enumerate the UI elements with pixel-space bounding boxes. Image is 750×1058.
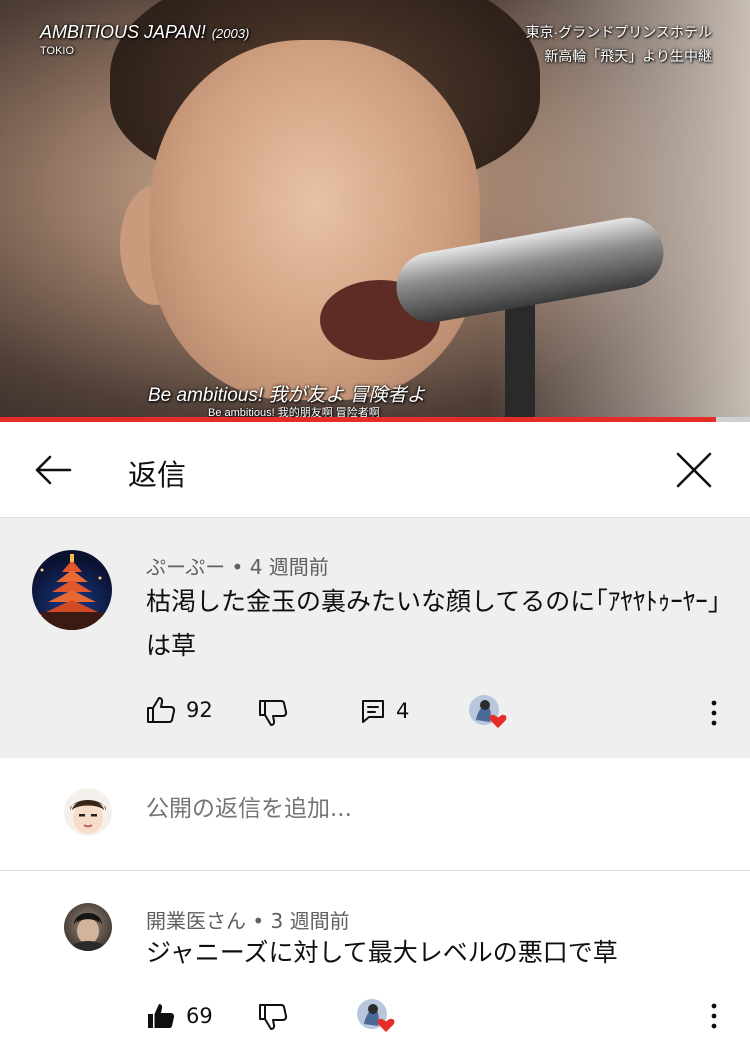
like-button[interactable]: 92 <box>146 695 213 725</box>
more-vertical-icon <box>711 1003 717 1029</box>
video-location-line2: 新高輪「飛天」より生中継 <box>544 48 712 64</box>
reply-input[interactable] <box>146 796 706 822</box>
video-location-line1: 東京·グランドプリンスホテル <box>525 24 712 40</box>
page-title: 返信 <box>128 458 187 492</box>
comment-text: 枯渇した金玉の裏みたいな顔してるのに｢ｱﾔﾔﾄｩｰﾔｰ｣ は草 <box>146 587 721 660</box>
more-options-button[interactable] <box>704 697 724 729</box>
comment-author-meta: ぷーぷー • 4 週間前 <box>146 555 329 579</box>
creator-heart-icon <box>469 695 507 728</box>
comment-author-meta: 開業医さん • 3 週間前 <box>146 909 350 933</box>
video-lyric-main: Be ambitious! 我が友よ 冒険者よ <box>148 385 426 406</box>
like-button[interactable]: 69 <box>146 1001 213 1031</box>
person-avatar-icon <box>70 913 106 951</box>
dislike-button[interactable] <box>258 1002 288 1032</box>
thumbs-down-icon <box>259 700 288 726</box>
more-vertical-icon <box>711 700 717 726</box>
avatar[interactable] <box>32 550 112 630</box>
avatar[interactable] <box>64 903 112 951</box>
creator-heart-badge[interactable] <box>356 998 396 1034</box>
close-button[interactable] <box>672 448 716 492</box>
like-count: 69 <box>186 1004 213 1028</box>
user-avatar-icon <box>70 800 106 834</box>
replies-button[interactable]: 4 <box>360 698 409 724</box>
back-button[interactable] <box>30 448 74 492</box>
arrow-left-icon <box>35 455 72 485</box>
video-mic-stand <box>505 290 535 422</box>
add-reply-row <box>0 758 750 871</box>
comment-text: ジャニーズに対して最大レベルの悪口で草 <box>146 938 618 967</box>
video-artist: TOKIO <box>40 45 75 57</box>
like-count: 92 <box>186 698 213 722</box>
thumbs-up-icon <box>147 697 176 723</box>
video-year: (2003) <box>211 26 250 41</box>
comment-icon <box>362 700 384 723</box>
video-singer-face <box>150 40 480 400</box>
user-avatar[interactable] <box>64 788 112 836</box>
thumbs-down-icon <box>259 1004 288 1030</box>
creator-heart-badge[interactable] <box>468 694 508 730</box>
more-options-button[interactable] <box>704 1000 724 1032</box>
close-icon <box>676 452 712 488</box>
reply-count: 4 <box>396 699 410 723</box>
dislike-button[interactable] <box>258 698 288 728</box>
video-song-title: AMBITIOUS JAPAN! (2003) <box>40 22 250 42</box>
thumbs-up-filled-icon <box>148 1004 175 1028</box>
replies-header: 返信 <box>0 422 750 518</box>
parent-comment: ぷーぷー • 4 週間前 枯渇した金玉の裏みたいな顔してるのに｢ｱﾔﾔﾄｩｰﾔｰ… <box>0 518 750 758</box>
creator-heart-icon <box>357 999 395 1032</box>
video-player[interactable]: AMBITIOUS JAPAN! (2003) TOKIO 東京·グランドプリンス… <box>0 0 750 422</box>
pagoda-avatar-icon <box>32 554 112 630</box>
